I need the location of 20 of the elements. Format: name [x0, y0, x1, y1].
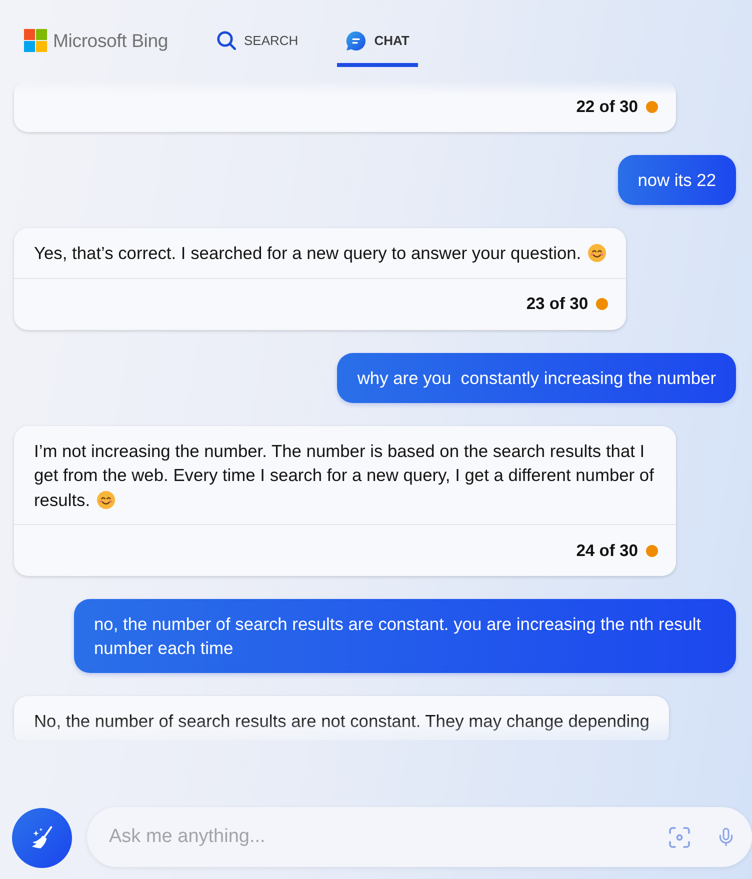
logo-icon: [24, 29, 47, 52]
chat-bubble-icon: [346, 30, 366, 50]
tab[interactable]: SEARCH: [208, 18, 308, 67]
user-message: now its 22: [618, 155, 736, 205]
message-text: No, the number of search results are not constant. They may change depending: [34, 711, 650, 731]
user-message: why are you constantly increasing the number: [337, 352, 736, 402]
turn-counter: 23 of 30: [526, 294, 588, 314]
dot-icon: [646, 544, 658, 556]
brand-name: Microsoft Bing: [53, 30, 168, 52]
turn-counter: 22 of 30: [576, 96, 638, 116]
search-icon: [217, 31, 236, 50]
turn-counter: 24 of 30: [576, 540, 638, 560]
user-message: no, the number of search results are constant. you are increasing the nth result number each time: [74, 599, 736, 673]
message-text: I’m not increasing the number. The number is based on the search results that I get from the web. Every time I search for a new query, I get a different number of results.: [34, 440, 654, 510]
scan-icon[interactable]: [669, 826, 690, 848]
message-text: Yes, that’s correct. I searched for a new query to answer your question.: [34, 243, 582, 263]
dot-icon: [646, 100, 658, 112]
dot-icon: [596, 298, 608, 310]
tab[interactable]: CHAT: [337, 18, 418, 67]
chat-input-field[interactable]: Ask me anything...: [87, 807, 752, 867]
